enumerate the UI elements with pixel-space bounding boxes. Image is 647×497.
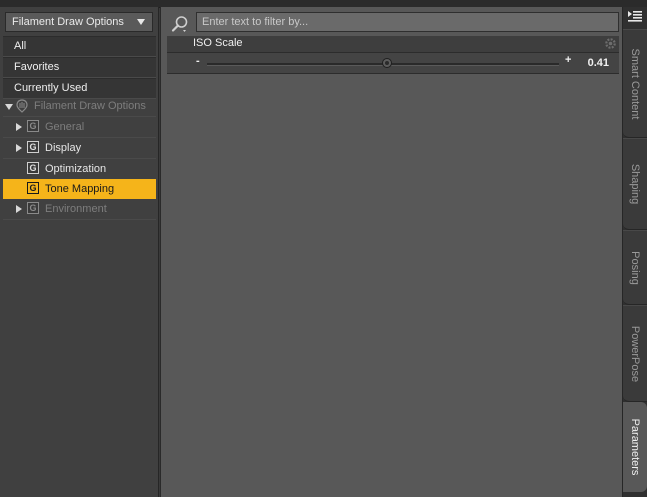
tab-shaping[interactable]: Shaping bbox=[623, 138, 647, 230]
parameter-value[interactable]: 0.41 bbox=[588, 57, 609, 69]
group-navigator: Filament Draw Options All Favorites Curr… bbox=[0, 7, 159, 497]
group-icon: G bbox=[27, 120, 39, 132]
tab-smart-content[interactable]: Smart Content bbox=[623, 29, 647, 138]
tree-group-environment[interactable]: G Environment bbox=[3, 199, 156, 220]
side-tab-bar: Smart Content Shaping Posing PowerPose P… bbox=[622, 7, 647, 497]
group-icon: G bbox=[27, 202, 39, 214]
tree-group-general[interactable]: G General bbox=[3, 117, 156, 138]
tree-group-optimization[interactable]: G Optimization bbox=[3, 159, 156, 179]
tab-parameters[interactable]: Parameters bbox=[623, 402, 647, 492]
expand-arrow-right-icon[interactable] bbox=[16, 205, 22, 213]
filter-list: All Favorites Currently Used bbox=[3, 36, 156, 99]
magnifier-icon[interactable] bbox=[171, 15, 189, 33]
parameter-name: ISO Scale bbox=[193, 37, 243, 49]
tab-label: Parameters bbox=[629, 418, 641, 476]
draw-options-icon bbox=[16, 99, 28, 113]
group-icon: G bbox=[27, 141, 39, 153]
filter-input[interactable] bbox=[196, 12, 619, 32]
tree-group-label: Environment bbox=[45, 203, 107, 215]
tab-powerpose[interactable]: PowerPose bbox=[623, 305, 647, 402]
expand-arrow-right-icon[interactable] bbox=[16, 144, 22, 152]
tab-label: Posing bbox=[629, 250, 641, 285]
group-icon: G bbox=[27, 162, 39, 174]
iso-scale-slider-row: - + 0.41 bbox=[167, 52, 619, 74]
property-group-tree: Filament Draw Options G General G Displa… bbox=[3, 96, 156, 220]
parameters-panel: ISO Scale - + 0.41 bbox=[160, 7, 622, 497]
node-selector-label: Filament Draw Options bbox=[12, 16, 124, 28]
tree-group-label: Tone Mapping bbox=[45, 183, 115, 195]
expand-arrow-right-icon[interactable] bbox=[16, 123, 22, 131]
panel-menu-icon[interactable] bbox=[627, 10, 643, 24]
tree-group-label: General bbox=[45, 121, 85, 133]
tab-label: Shaping bbox=[629, 163, 641, 205]
tab-label: Smart Content bbox=[629, 48, 641, 119]
decrement-button[interactable]: - bbox=[196, 55, 200, 67]
tree-group-label: Optimization bbox=[45, 163, 107, 175]
filter-favorites[interactable]: Favorites bbox=[3, 57, 156, 78]
expand-arrow-down-icon[interactable] bbox=[5, 104, 13, 110]
node-selector-dropdown[interactable]: Filament Draw Options bbox=[5, 12, 153, 32]
tab-posing[interactable]: Posing bbox=[623, 230, 647, 305]
tree-group-display[interactable]: G Display bbox=[3, 138, 156, 159]
tab-label: PowerPose bbox=[629, 325, 641, 382]
tree-root-label: Filament Draw Options bbox=[34, 100, 146, 112]
tree-root-filament-draw-options[interactable]: Filament Draw Options bbox=[3, 96, 156, 117]
filter-bar bbox=[167, 12, 619, 34]
increment-button[interactable]: + bbox=[565, 54, 571, 66]
parameter-header: ISO Scale bbox=[167, 36, 619, 52]
tree-group-label: Display bbox=[45, 142, 82, 154]
group-icon: G bbox=[27, 182, 39, 194]
gear-icon[interactable] bbox=[604, 37, 617, 50]
chevron-down-icon bbox=[137, 19, 145, 25]
slider-track[interactable] bbox=[207, 58, 559, 68]
tree-group-tone-mapping[interactable]: G Tone Mapping bbox=[3, 179, 156, 199]
slider-handle[interactable] bbox=[381, 58, 392, 68]
filter-all[interactable]: All bbox=[3, 36, 156, 57]
